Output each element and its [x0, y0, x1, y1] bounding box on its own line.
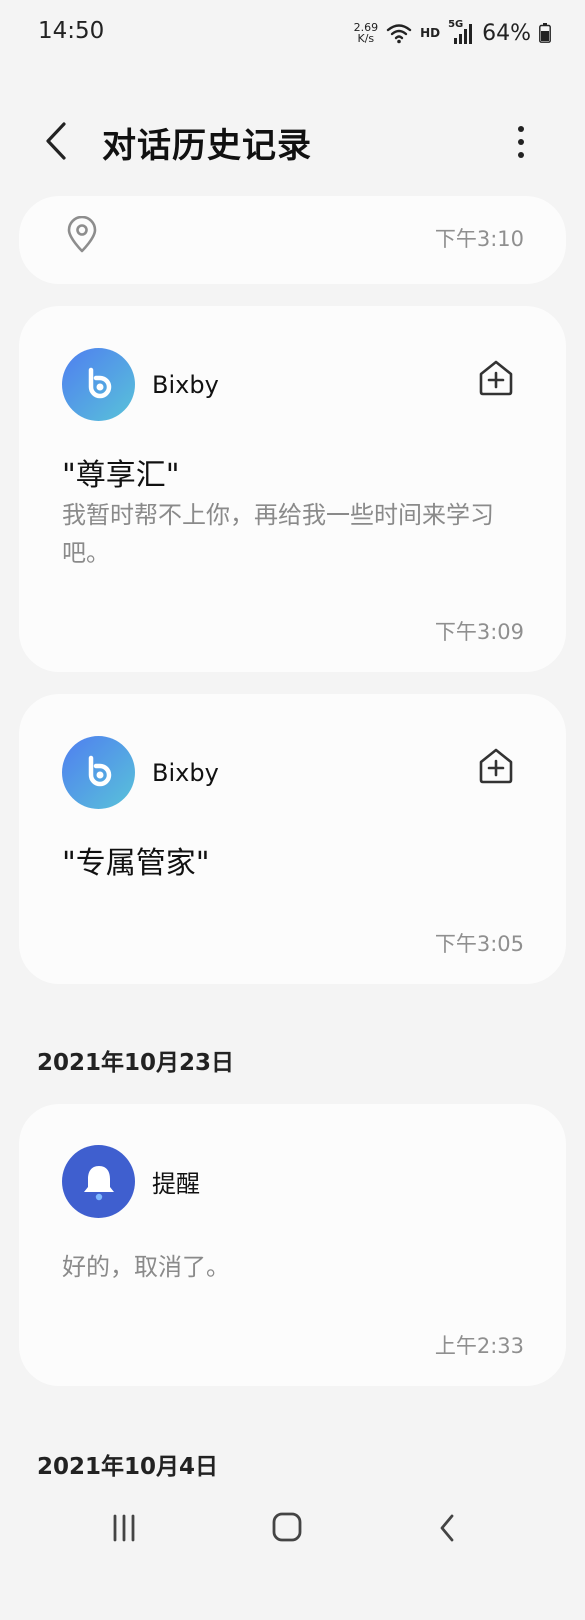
reminder-avatar: [62, 1145, 135, 1218]
bixby-avatar: [62, 736, 135, 809]
add-home-icon: [479, 748, 513, 784]
app-name: Bixby: [152, 370, 219, 399]
history-card-reminder[interactable]: 提醒 好的，取消了。 上午2:33: [19, 1104, 566, 1386]
chevron-left-icon: [440, 1514, 454, 1542]
add-home-icon: [479, 360, 513, 396]
reply-text: 我暂时帮不上你，再给我一些时间来学习吧。: [62, 501, 494, 567]
battery-icon: [539, 23, 551, 43]
nav-back-button[interactable]: [436, 1508, 476, 1548]
query-text: "尊享汇": [62, 458, 180, 493]
card-time: 下午3:09: [434, 620, 524, 644]
location-pin-icon: [67, 216, 97, 253]
navigation-bar: [0, 1484, 585, 1620]
card-app-row: Bixby: [62, 348, 219, 421]
network-type-label: 5G: [448, 19, 464, 30]
chevron-left-icon: [46, 122, 66, 160]
app-name: 提醒: [152, 1170, 200, 1198]
bixby-avatar: [62, 348, 135, 421]
history-card-bixby[interactable]: Bixby "专属管家" 下午3:05: [19, 694, 566, 984]
history-card-bixby[interactable]: Bixby "尊享汇" 我暂时帮不上你，再给我一些时间来学习吧。 下午3:09: [19, 306, 566, 672]
more-vertical-icon: [518, 126, 524, 158]
add-to-home-button[interactable]: [476, 746, 516, 786]
recents-icon: [113, 1514, 135, 1542]
status-bar: 14:50 2.69 K/s HD 5G 64%: [0, 0, 585, 66]
add-to-home-button[interactable]: [476, 358, 516, 398]
bixby-logo-icon: [88, 367, 111, 398]
network-speed: 2.69 K/s: [354, 22, 379, 44]
status-icons: 2.69 K/s HD 5G 64%: [354, 18, 551, 48]
history-card-location[interactable]: 下午3:10: [19, 196, 566, 284]
home-button[interactable]: [270, 1508, 310, 1548]
battery-percentage: 64%: [482, 20, 531, 46]
card-time: 下午3:05: [434, 932, 524, 956]
card-time: 上午2:33: [434, 1334, 524, 1358]
bixby-logo-icon: [88, 755, 111, 786]
home-icon: [272, 1512, 302, 1542]
date-header: 2021年10月4日: [37, 1454, 219, 1480]
query-text: "专属管家": [62, 846, 210, 881]
reply-text: 好的，取消了。: [62, 1253, 230, 1281]
date-header: 2021年10月23日: [37, 1050, 235, 1076]
network-speed-unit: K/s: [357, 32, 375, 45]
card-app-row: 提醒: [62, 1145, 200, 1218]
signal-icon: 5G: [448, 19, 474, 45]
wifi-icon: [386, 24, 412, 44]
card-time: 下午3:10: [434, 227, 524, 251]
hd-badge: HD: [420, 26, 441, 40]
bell-icon: [83, 1165, 114, 1200]
app-header: 对话历史记录: [0, 96, 585, 186]
status-time: 14:50: [38, 18, 105, 44]
back-button[interactable]: [36, 116, 76, 166]
card-app-row: Bixby: [62, 736, 219, 809]
recents-button[interactable]: [108, 1508, 148, 1548]
app-name: Bixby: [152, 758, 219, 787]
more-options-button[interactable]: [511, 122, 531, 162]
screen: 14:50 2.69 K/s HD 5G 64% 对话历史记录 下午3:10 B…: [0, 0, 585, 1620]
page-title: 对话历史记录: [102, 126, 312, 166]
